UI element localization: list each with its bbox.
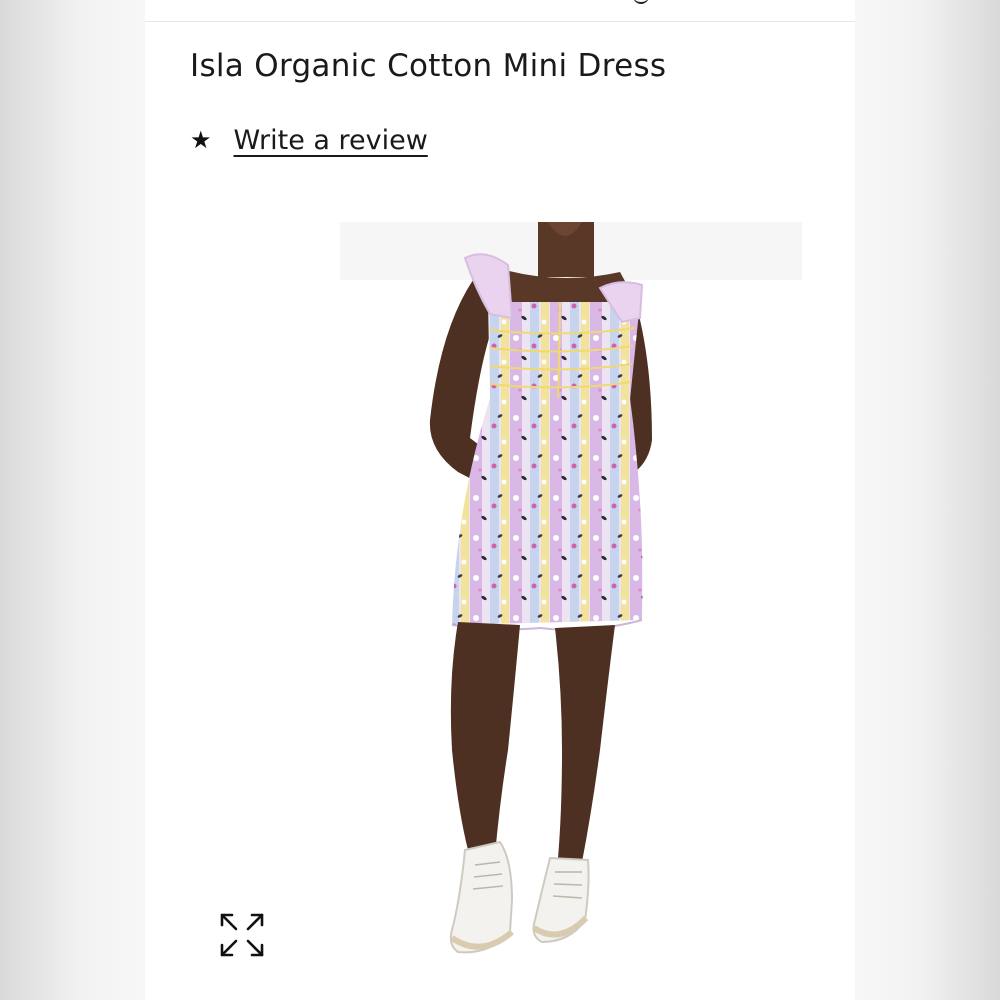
- expand-image-button[interactable]: [217, 910, 267, 960]
- star-icon: ★: [190, 126, 212, 154]
- clipped-header-glyph: [633, 0, 649, 4]
- product-title: Isla Organic Cotton Mini Dress: [190, 48, 667, 84]
- product-image[interactable]: [190, 210, 810, 980]
- expand-arrows-icon: [220, 913, 264, 957]
- rating-row: ★ Write a review: [190, 120, 428, 160]
- product-card: Isla Organic Cotton Mini Dress ★ Write a…: [145, 0, 855, 1000]
- header-divider: [145, 21, 855, 22]
- write-review-link[interactable]: Write a review: [234, 125, 428, 156]
